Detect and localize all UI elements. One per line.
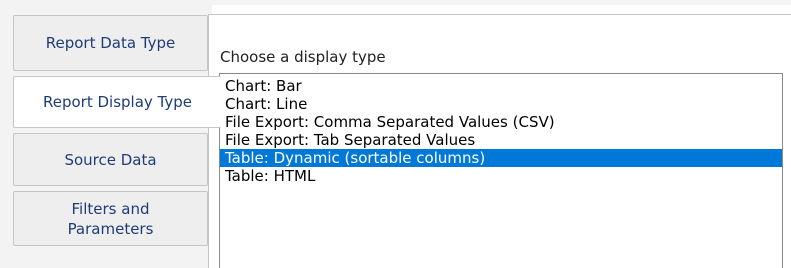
list-item-file-export-tsv[interactable]: File Export: Tab Separated Values: [220, 131, 782, 149]
tab-report-data-type[interactable]: Report Data Type: [13, 15, 208, 71]
list-item-table-dynamic[interactable]: Table: Dynamic (sortable columns): [220, 149, 782, 167]
top-strip: [0, 0, 791, 5]
list-item-chart-bar[interactable]: Chart: Bar: [220, 77, 782, 95]
list-item-table-html[interactable]: Table: HTML: [220, 167, 782, 185]
display-type-listbox[interactable]: Chart: Bar Chart: Line File Export: Comm…: [219, 73, 783, 268]
tab-label: Filters and Parameters: [67, 199, 154, 238]
display-type-heading: Choose a display type: [220, 48, 386, 66]
list-item-file-export-csv[interactable]: File Export: Comma Separated Values (CSV…: [220, 113, 782, 131]
tab-label: Report Data Type: [45, 34, 176, 52]
list-item-chart-line[interactable]: Chart: Line: [220, 95, 782, 113]
tab-source-data[interactable]: Source Data: [13, 133, 208, 186]
tab-label: Report Display Type: [42, 93, 192, 111]
tab-label: Source Data: [64, 150, 157, 169]
tab-report-display-type[interactable]: Report Display Type: [13, 76, 221, 128]
tab-filters-and-parameters[interactable]: Filters and Parameters: [13, 191, 208, 246]
